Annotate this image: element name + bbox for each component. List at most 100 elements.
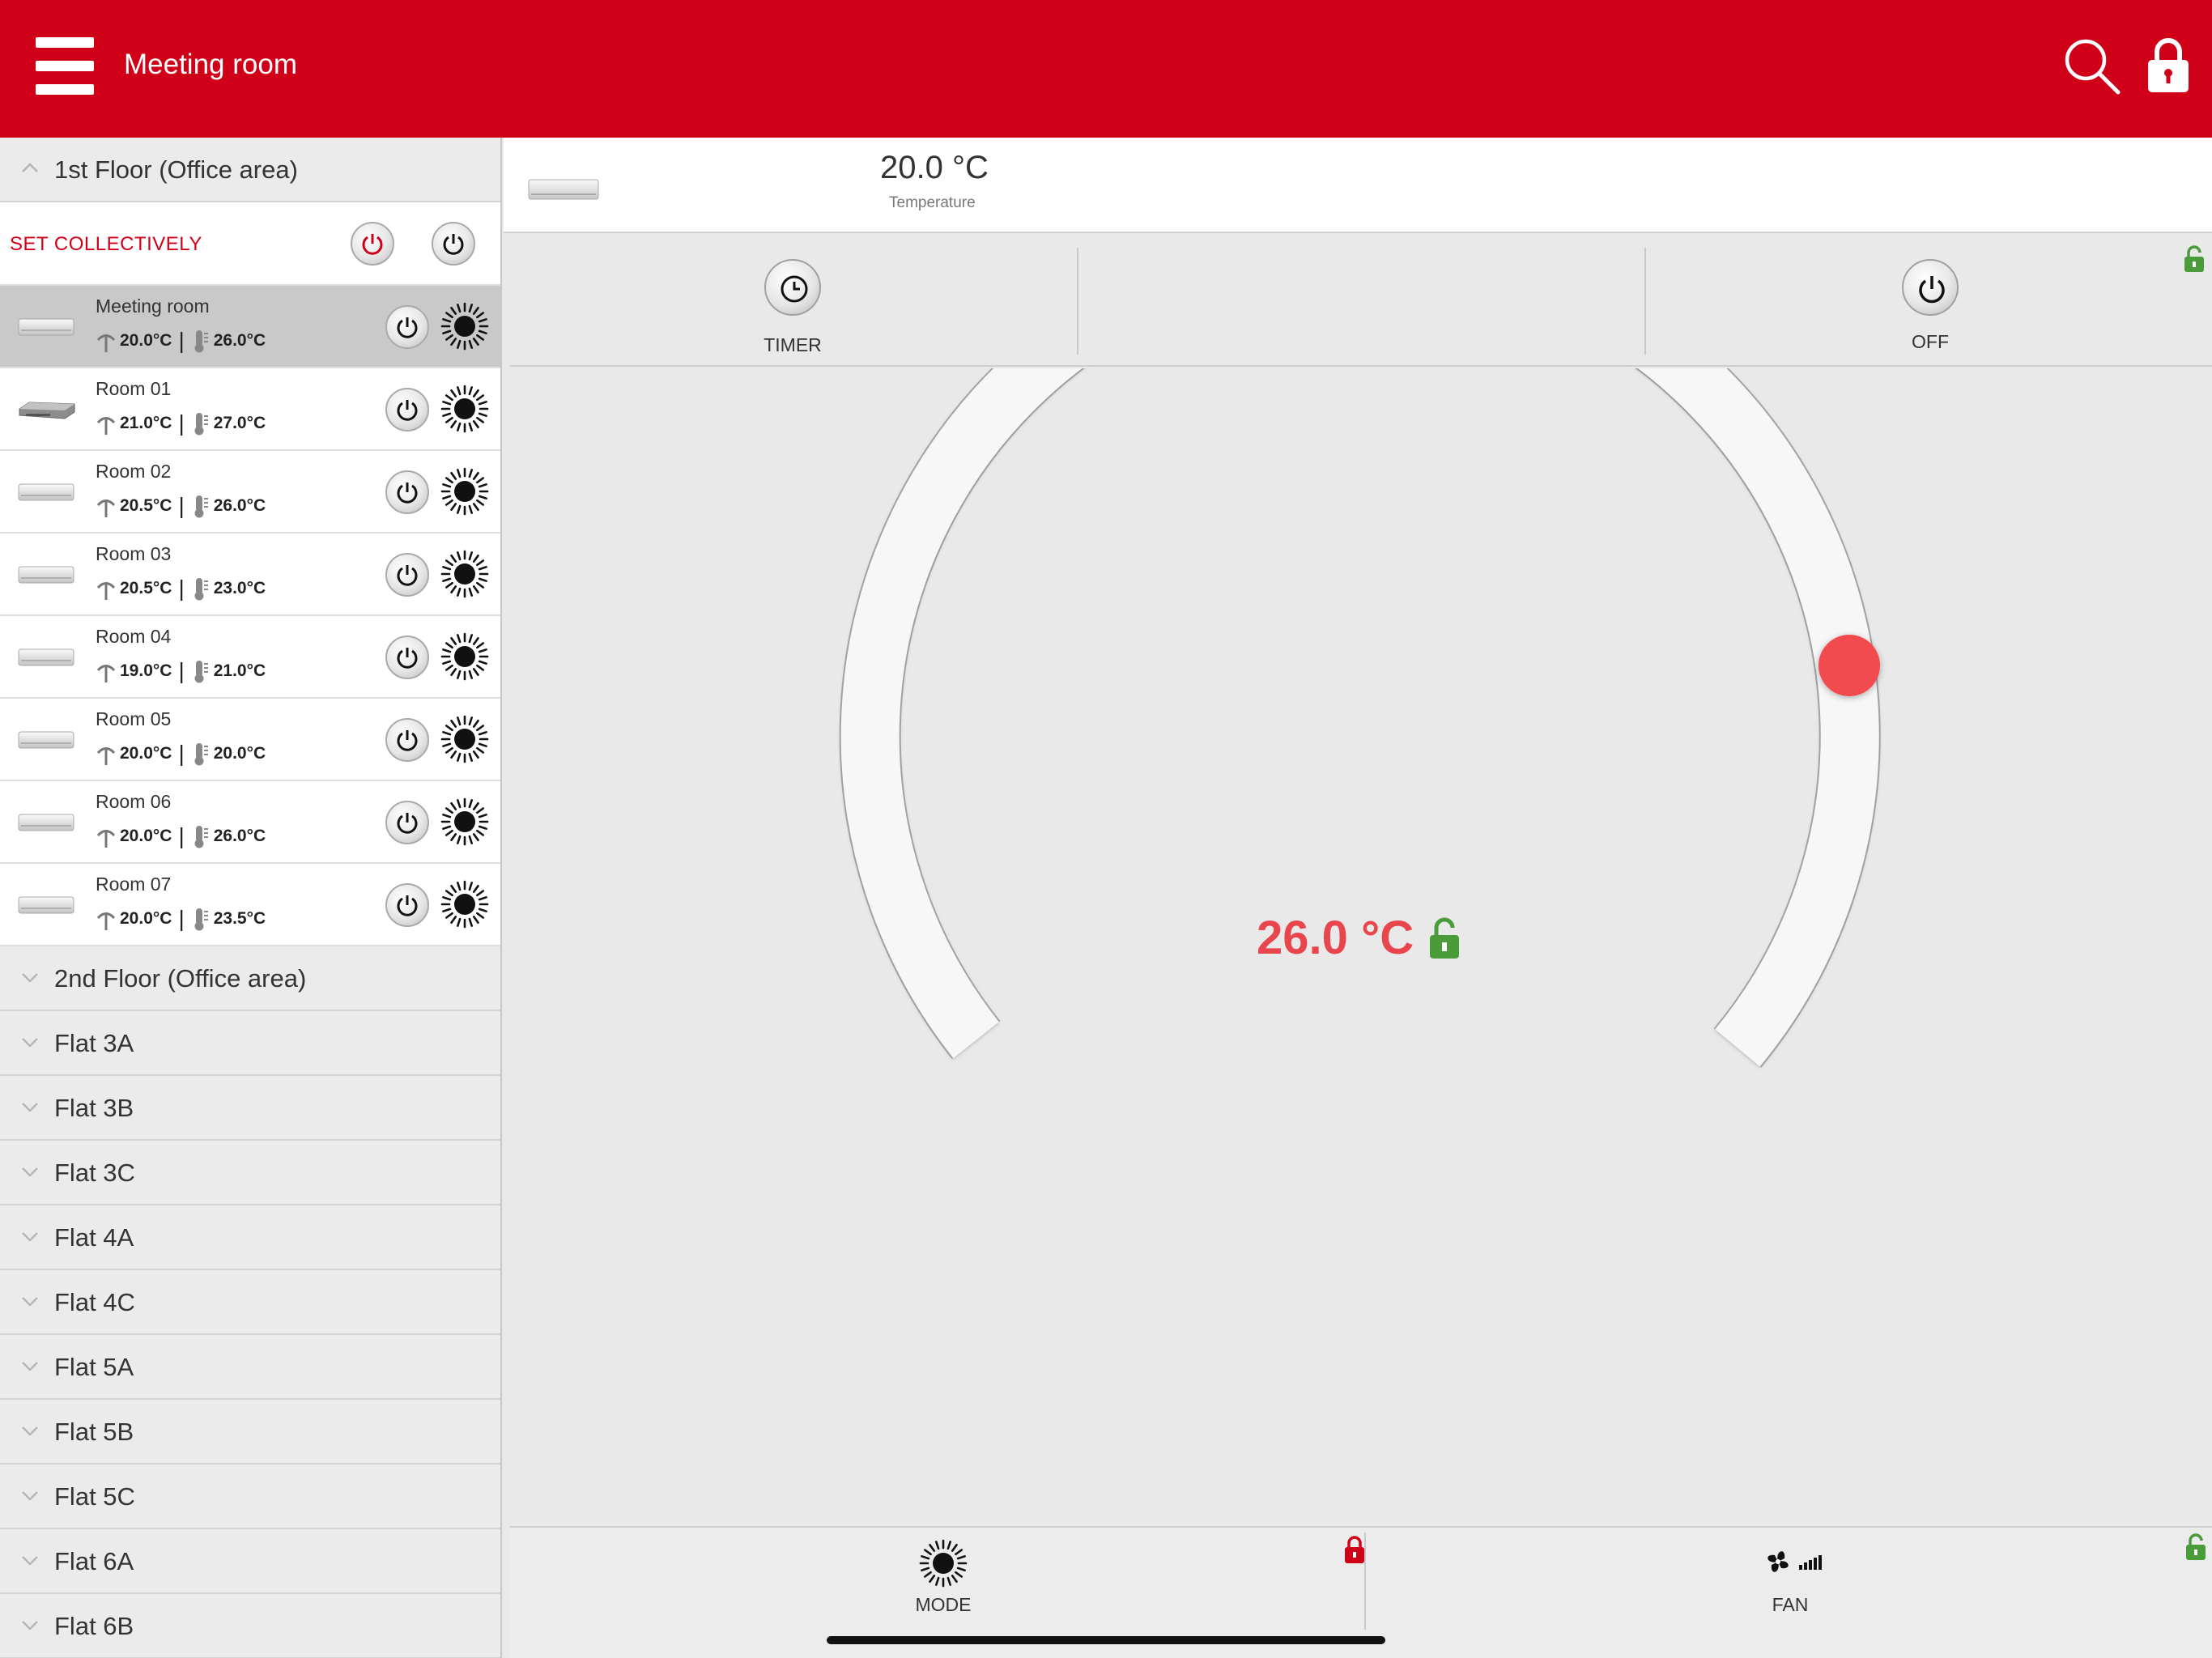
room-list: Meeting room 20.0°C | 26.0°C Room 01 21.… [0,286,500,946]
chevron-down-icon [22,1232,38,1242]
set-temperature: 26.0°C [213,496,266,515]
sun-heat-mode-icon[interactable] [440,715,489,763]
group-header-collapsed[interactable]: Flat 5C [0,1465,500,1529]
room-row[interactable]: Room 06 20.0°C | 26.0°C [0,781,500,864]
group-label: Flat 3A [54,1029,134,1057]
room-temps: 19.0°C | 21.0°C [96,658,266,684]
sun-heat-mode-icon[interactable] [440,302,489,351]
group-header-collapsed[interactable]: Flat 3B [0,1076,500,1141]
room-temp-sensor-icon [96,912,116,930]
group-header-collapsed[interactable]: Flat 3C [0,1141,500,1205]
chevron-down-icon [22,1038,38,1048]
room-row[interactable]: Room 03 20.5°C | 23.0°C [0,534,500,616]
room-temp-sensor-icon [96,747,116,765]
group-label: Flat 6B [54,1612,134,1640]
chevron-down-icon [22,1491,38,1501]
unlocked-icon[interactable] [2183,244,2206,274]
sun-heat-mode-icon[interactable] [440,632,489,681]
group-header-collapsed[interactable]: 2nd Floor (Office area) [0,946,500,1011]
mode-label: MODE [915,1594,972,1615]
room-power-button[interactable] [385,883,429,927]
unlocked-icon[interactable] [1428,916,1461,960]
room-temperature: 20.5°C [120,579,172,597]
sun-heat-mode-icon[interactable] [440,880,489,929]
separator: | [178,906,185,931]
fan-button[interactable] [1763,1545,1825,1582]
chevron-down-icon [22,1103,38,1112]
group-label: Flat 3B [54,1094,134,1122]
group-header-collapsed[interactable]: Flat 5A [0,1335,500,1400]
hamburger-icon[interactable] [36,37,94,96]
power-icon [397,565,418,586]
room-temperature: 20.0°C [120,827,172,845]
group-header-collapsed[interactable]: Flat 3A [0,1011,500,1076]
wall-unit-icon [18,564,74,589]
home-indicator[interactable] [827,1636,1385,1644]
room-temperature: 20.0°C [120,909,172,928]
group-header-collapsed[interactable]: Flat 5B [0,1400,500,1465]
room-temperature: 20.5°C [120,496,172,515]
search-icon[interactable] [2063,37,2121,96]
set-temperature: 23.0°C [213,579,266,597]
wall-unit-icon [18,647,74,672]
sun-heat-mode-icon[interactable] [440,797,489,846]
room-power-button[interactable] [385,801,429,844]
thermometer-icon [194,578,208,601]
room-row[interactable]: Meeting room 20.0°C | 26.0°C [0,286,500,368]
room-row[interactable]: Room 07 20.0°C | 23.5°C [0,864,500,946]
room-power-button[interactable] [385,470,429,514]
room-row[interactable]: Room 01 21.0°C | 27.0°C [0,368,500,451]
locked-icon[interactable] [1342,1534,1367,1565]
setpoint-display: 26.0 °C [1257,911,1461,965]
power-icon [397,730,418,751]
set-temperature: 20.0°C [213,744,266,763]
setpoint-knob[interactable] [1819,635,1880,696]
room-power-button[interactable] [385,305,429,349]
lock-icon[interactable] [2146,36,2191,94]
set-temperature: 26.0°C [213,827,266,845]
timer-button[interactable] [764,259,821,316]
all-on-button[interactable] [351,222,394,266]
room-temperature-label: Temperature [889,194,976,211]
sun-heat-mode-icon[interactable] [440,467,489,516]
room-row[interactable]: Room 02 20.5°C | 26.0°C [0,451,500,534]
separator: | [178,493,185,518]
group-header-collapsed[interactable]: Flat 4A [0,1205,500,1270]
sun-heat-mode-icon[interactable] [440,550,489,598]
group-header-collapsed[interactable]: Flat 4C [0,1270,500,1335]
room-row[interactable]: Room 04 19.0°C | 21.0°C [0,616,500,699]
room-power-button[interactable] [385,636,429,679]
thermometer-icon [194,743,208,766]
room-power-button[interactable] [385,553,429,597]
room-row[interactable]: Room 05 20.0°C | 20.0°C [0,699,500,781]
main-panel: 20.0 °C Temperature TIMER OFF 26.0 °C MO… [504,138,2212,1658]
top-header: Meeting room [0,0,2212,138]
power-icon [397,483,418,504]
mode-button[interactable] [919,1539,968,1592]
chevron-down-icon [22,1426,38,1436]
sun-heat-mode-icon[interactable] [440,385,489,433]
room-name: Meeting room [96,295,210,317]
group-header-collapsed[interactable]: Flat 6B [0,1594,500,1658]
room-temps: 20.5°C | 26.0°C [96,493,266,519]
fan-label: FAN [1772,1594,1809,1615]
group-header-expanded[interactable]: 1st Floor (Office area) [0,138,500,202]
group-label: Flat 5C [54,1482,135,1511]
set-temperature: 21.0°C [213,661,266,680]
temperature-dial[interactable]: 26.0 °C [510,215,2212,1526]
chevron-down-icon [22,1297,38,1307]
room-power-button[interactable] [385,718,429,762]
room-power-button[interactable] [385,388,429,432]
unlocked-icon[interactable] [2184,1533,2207,1562]
room-temps: 20.0°C | 26.0°C [96,328,266,354]
group-header-collapsed[interactable]: Flat 6A [0,1529,500,1594]
power-button[interactable] [1902,259,1959,316]
all-off-button[interactable] [432,222,475,266]
room-temperature: 20.0°C [120,744,172,763]
room-name: Room 04 [96,626,172,647]
room-temperature: 21.0°C [120,414,172,432]
set-temperature: 27.0°C [213,414,266,432]
room-name: Room 02 [96,461,172,482]
set-collectively-label: SET COLLECTIVELY [10,233,202,255]
room-temp-sensor-icon [96,830,116,848]
